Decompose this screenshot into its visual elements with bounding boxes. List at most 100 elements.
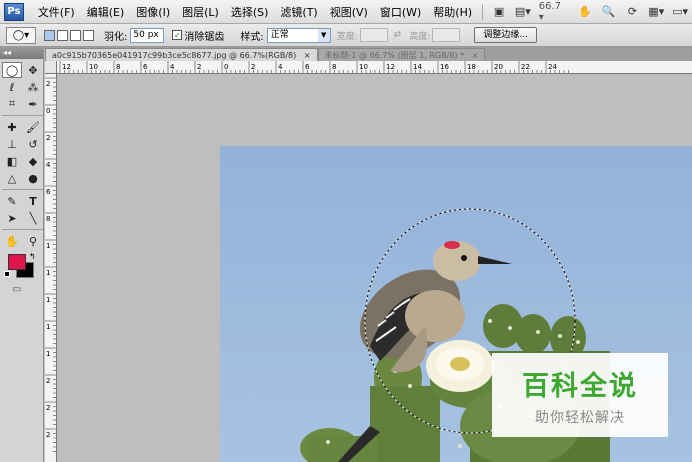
menu-separator (482, 3, 484, 20)
tools-panel-header[interactable]: ◂◂ (0, 47, 43, 59)
cactus-flower (426, 340, 494, 392)
menu-file[interactable]: 文件(F) (32, 4, 81, 20)
quick-mask-icon[interactable]: ▭ (12, 284, 43, 295)
ruler-label: 24 (548, 63, 557, 71)
new-selection-button[interactable] (44, 29, 55, 41)
ruler-label: 2 (197, 63, 201, 71)
ruler-label: 8 (46, 215, 50, 223)
horizontal-ruler[interactable]: 12 10 8 6 4 2 0 2 4 6 8 10 12 14 16 18 20 22 24 (57, 61, 692, 74)
ruler-label: 1 (46, 350, 50, 358)
foreground-color-swatch[interactable] (8, 254, 26, 270)
clone-stamp-tool-icon[interactable]: ⊥ (2, 136, 22, 152)
style-select[interactable]: 正常 ▼ (266, 27, 331, 43)
tab-label: 未标题-1 @ 66.7% (图层 1, RGB/8) * (324, 51, 465, 60)
ruler-label: 1 (46, 269, 50, 277)
color-swatches: ↰ (2, 252, 42, 280)
width-input (359, 28, 388, 42)
watermark-subtitle: 助你轻松解决 (535, 409, 625, 426)
ruler-label: 4 (278, 63, 283, 71)
menu-edit[interactable]: 编辑(E) (81, 4, 131, 20)
type-tool-icon[interactable]: T (23, 193, 43, 209)
crop-tool-icon[interactable]: ⌗ (2, 96, 22, 112)
line-tool-icon[interactable]: ╲ (23, 210, 43, 226)
menu-filter[interactable]: 滤镜(T) (274, 4, 323, 20)
path-selection-tool-icon[interactable]: ➤ (2, 210, 22, 226)
document-tabs: a0c915b70365e041917c99b3ce5c8677.jpg @ 6… (45, 47, 692, 61)
vertical-ruler-ticks: 2 0 2 4 6 8 1 1 1 1 1 2 2 2 (45, 77, 56, 452)
elliptical-marquee-icon: ◯ (12, 29, 25, 41)
swap-colors-icon[interactable]: ↰ (29, 252, 36, 261)
vertical-ruler[interactable]: 2 0 2 4 6 8 1 1 1 1 1 2 2 2 (45, 74, 57, 462)
tool-preset-picker[interactable]: ◯ ▾ (6, 26, 36, 44)
ruler-label: 6 (143, 63, 148, 71)
blur-tool-icon[interactable]: △ (2, 170, 22, 186)
ruler-label: 18 (467, 63, 476, 71)
intersect-selection-button[interactable] (83, 29, 94, 41)
move-tool-icon[interactable]: ✥ (23, 62, 43, 78)
menu-view[interactable]: 视图(V) (324, 4, 374, 20)
view-extras-icon[interactable]: ▤▾ (514, 4, 532, 20)
ruler-origin[interactable] (45, 61, 57, 74)
style-label: 样式: (240, 31, 264, 43)
style-value: 正常 (270, 29, 289, 40)
zoom-value: 66.7 (538, 0, 562, 12)
menu-layer[interactable]: 图层(L) (176, 4, 225, 20)
watermark-logo: 百科全说 助你轻松解决 (492, 353, 668, 437)
close-icon[interactable]: × (304, 51, 311, 60)
menu-help[interactable]: 帮助(H) (427, 4, 478, 20)
bridge-icon[interactable]: ▣ (490, 4, 508, 20)
eyedropper-tool-icon[interactable]: ✒ (23, 96, 43, 112)
zoom-icon[interactable]: 🔍 (600, 4, 618, 20)
tool-separator (2, 115, 43, 116)
ruler-label: 14 (413, 63, 422, 71)
arrange-documents-icon[interactable]: ▦▾ (647, 4, 665, 20)
feather-input[interactable]: 50 px (130, 27, 165, 43)
tool-grid: ◯ ✥ ℓ ⁂ ⌗ ✒ ✚ 🖌 ⊥ ↺ ◧ ◆ △ ● ✎ T ➤ ╲ ✋ ⚲ (0, 59, 43, 252)
ruler-label: 6 (46, 188, 51, 196)
ruler-label: 4 (46, 161, 51, 169)
eraser-tool-icon[interactable]: ◧ (2, 153, 22, 169)
ruler-label: 6 (305, 63, 310, 71)
hand-tool-icon[interactable]: ✋ (2, 233, 22, 249)
zoom-level[interactable]: 66.7 ▾ (535, 1, 573, 23)
history-brush-tool-icon[interactable]: ↺ (23, 136, 43, 152)
chevron-down-icon: ▼ (317, 28, 330, 42)
refine-edge-button[interactable]: 调整边缘... (474, 27, 537, 43)
swap-icon: ⇄ (393, 30, 402, 40)
zoom-tool-icon[interactable]: ⚲ (23, 233, 43, 249)
paint-bucket-tool-icon[interactable]: ◆ (23, 153, 43, 169)
brush-tool-icon[interactable]: 🖌 (23, 119, 43, 135)
default-colors-icon[interactable] (4, 271, 10, 277)
pen-tool-icon[interactable]: ✎ (2, 193, 22, 209)
lasso-tool-icon[interactable]: ℓ (2, 79, 22, 95)
menu-bar: Ps 文件(F) 编辑(E) 图像(I) 图层(L) 选择(S) 滤镜(T) 视… (0, 0, 692, 24)
screen-mode-icon[interactable]: ▭▾ (671, 4, 689, 20)
ruler-label: 12 (62, 63, 71, 71)
add-selection-button[interactable] (57, 29, 68, 41)
elliptical-marquee-tool-icon[interactable]: ◯ (2, 62, 22, 78)
watermark-title: 百科全说 (522, 370, 638, 402)
ruler-label: 22 (521, 63, 530, 71)
photoshop-logo: Ps (4, 2, 24, 21)
tools-panel: ◂◂ ◯ ✥ ℓ ⁂ ⌗ ✒ ✚ 🖌 ⊥ ↺ ◧ ◆ △ ● ✎ T ➤ ╲ ✋… (0, 47, 44, 462)
ruler-label: 1 (46, 323, 50, 331)
tab-document-2[interactable]: 未标题-1 @ 66.7% (图层 1, RGB/8) * × (317, 48, 486, 61)
ruler-label: 20 (494, 63, 503, 71)
ruler-label: 0 (224, 63, 228, 71)
height-label: 高度: (409, 31, 431, 42)
subtract-selection-button[interactable] (70, 29, 81, 41)
ruler-label: 2 (46, 404, 50, 412)
quick-selection-tool-icon[interactable]: ⁂ (23, 79, 43, 95)
antialias-checkbox[interactable]: ✓ (172, 30, 183, 40)
healing-brush-tool-icon[interactable]: ✚ (2, 119, 22, 135)
close-icon[interactable]: × (472, 51, 479, 60)
menu-select[interactable]: 选择(S) (225, 4, 275, 20)
tool-separator (2, 229, 43, 230)
tab-document-1[interactable]: a0c915b70365e041917c99b3ce5c8677.jpg @ 6… (45, 48, 318, 61)
hand-icon[interactable]: ✋ (576, 4, 594, 20)
ruler-label: 10 (359, 63, 368, 71)
rotate-view-icon[interactable]: ⟳ (624, 4, 642, 20)
menu-image[interactable]: 图像(I) (130, 4, 176, 20)
dodge-tool-icon[interactable]: ● (23, 170, 43, 186)
menu-window[interactable]: 窗口(W) (374, 4, 427, 20)
